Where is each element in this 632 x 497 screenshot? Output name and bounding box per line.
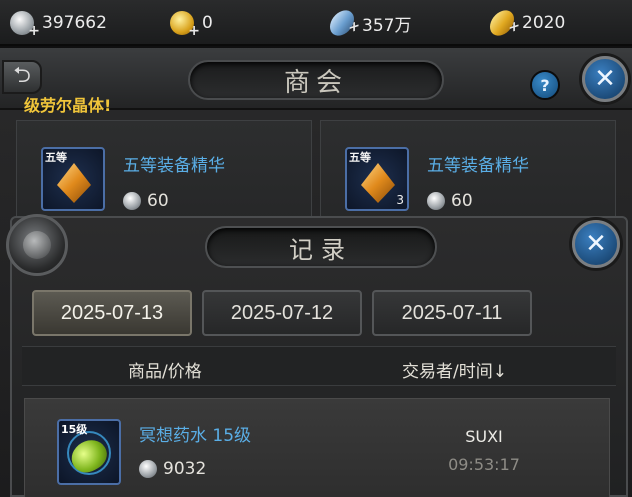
silver-coin-icon xyxy=(139,460,157,478)
tab-date-active[interactable]: 2025-07-13 xyxy=(32,290,192,336)
gear-ornament-icon xyxy=(6,214,68,276)
item-icon-frame: 15级 xyxy=(57,419,121,485)
back-button[interactable]: ⮌ xyxy=(2,60,42,94)
shop-title-plate: 商会 xyxy=(188,60,444,100)
record-title: 记录 xyxy=(289,235,353,264)
item-price: 60 xyxy=(427,191,473,211)
item-grade-label: 15级 xyxy=(61,423,88,436)
announcement-text: 级劳尔晶体! xyxy=(24,96,112,115)
silver-coin-icon xyxy=(427,192,445,210)
shop-header: ⮌ 商会 ? ✕ 级劳尔晶体! xyxy=(0,48,632,115)
price-value: 60 xyxy=(451,191,473,211)
record-item-name: 冥想药水 15级 xyxy=(139,426,252,446)
item-price: 60 xyxy=(123,191,169,211)
record-item-price: 9032 xyxy=(139,459,206,479)
gold-bar-currency[interactable]: + 2020 xyxy=(490,7,566,39)
gold-bar-amount: 2020 xyxy=(522,13,566,33)
essence-gem-icon xyxy=(361,163,395,203)
shop-close-button[interactable]: ✕ xyxy=(582,56,628,102)
item-count: 3 xyxy=(396,193,404,207)
gold-amount: 0 xyxy=(202,13,213,33)
crystal-icon: + xyxy=(330,7,360,39)
currency-bar: + 397662 + 0 + 357万 + 2020 xyxy=(0,0,632,46)
record-column-headers: 商品/价格 交易者/时间↓ xyxy=(22,346,616,386)
silver-coin-icon: + xyxy=(10,11,40,39)
tab-date[interactable]: 2025-07-12 xyxy=(202,290,362,336)
close-icon: ✕ xyxy=(594,64,616,94)
item-grade-label: 五等 xyxy=(45,151,67,164)
gold-coin-icon: + xyxy=(170,11,200,39)
shop-title: 商会 xyxy=(283,67,348,98)
record-dialog: 记录 ✕ 2025-07-13 2025-07-12 2025-07-11 商品… xyxy=(6,214,628,497)
question-icon: ? xyxy=(540,75,550,95)
back-arrow-icon: ⮌ xyxy=(13,63,31,88)
record-title-plate: 记录 xyxy=(205,226,437,268)
column-trader-time-sort[interactable]: 交易者/时间↓ xyxy=(402,357,507,382)
close-icon: ✕ xyxy=(585,229,607,259)
tab-date[interactable]: 2025-07-11 xyxy=(372,290,532,336)
trader-name: SUXI xyxy=(465,427,503,446)
gold-currency[interactable]: + 0 xyxy=(170,11,213,39)
item-icon-frame: 五等 3 xyxy=(345,147,409,211)
help-button[interactable]: ? xyxy=(530,70,560,100)
record-row[interactable]: 15级 冥想药水 15级 9032 SUXI 09:53:17 xyxy=(24,398,610,497)
crystal-amount: 357万 xyxy=(362,15,412,36)
date-tabs: 2025-07-13 2025-07-12 2025-07-11 xyxy=(32,290,612,338)
trade-time: 09:53:17 xyxy=(448,455,520,474)
price-value: 9032 xyxy=(163,459,207,479)
item-name: 五等装备精华 xyxy=(427,156,529,176)
record-header: 记录 ✕ xyxy=(6,214,626,276)
silver-amount: 397662 xyxy=(42,13,107,33)
gold-bar-icon: + xyxy=(490,7,520,39)
item-grade-label: 五等 xyxy=(349,151,371,164)
silver-coin-icon xyxy=(123,192,141,210)
column-item-price: 商品/价格 xyxy=(128,362,202,382)
item-name: 五等装备精华 xyxy=(123,156,225,176)
price-value: 60 xyxy=(147,191,169,211)
silver-currency[interactable]: + 397662 xyxy=(10,11,107,39)
record-close-button[interactable]: ✕ xyxy=(572,220,620,268)
essence-gem-icon xyxy=(57,163,91,203)
item-icon-frame: 五等 xyxy=(41,147,105,211)
crystal-currency[interactable]: + 357万 xyxy=(330,7,412,39)
